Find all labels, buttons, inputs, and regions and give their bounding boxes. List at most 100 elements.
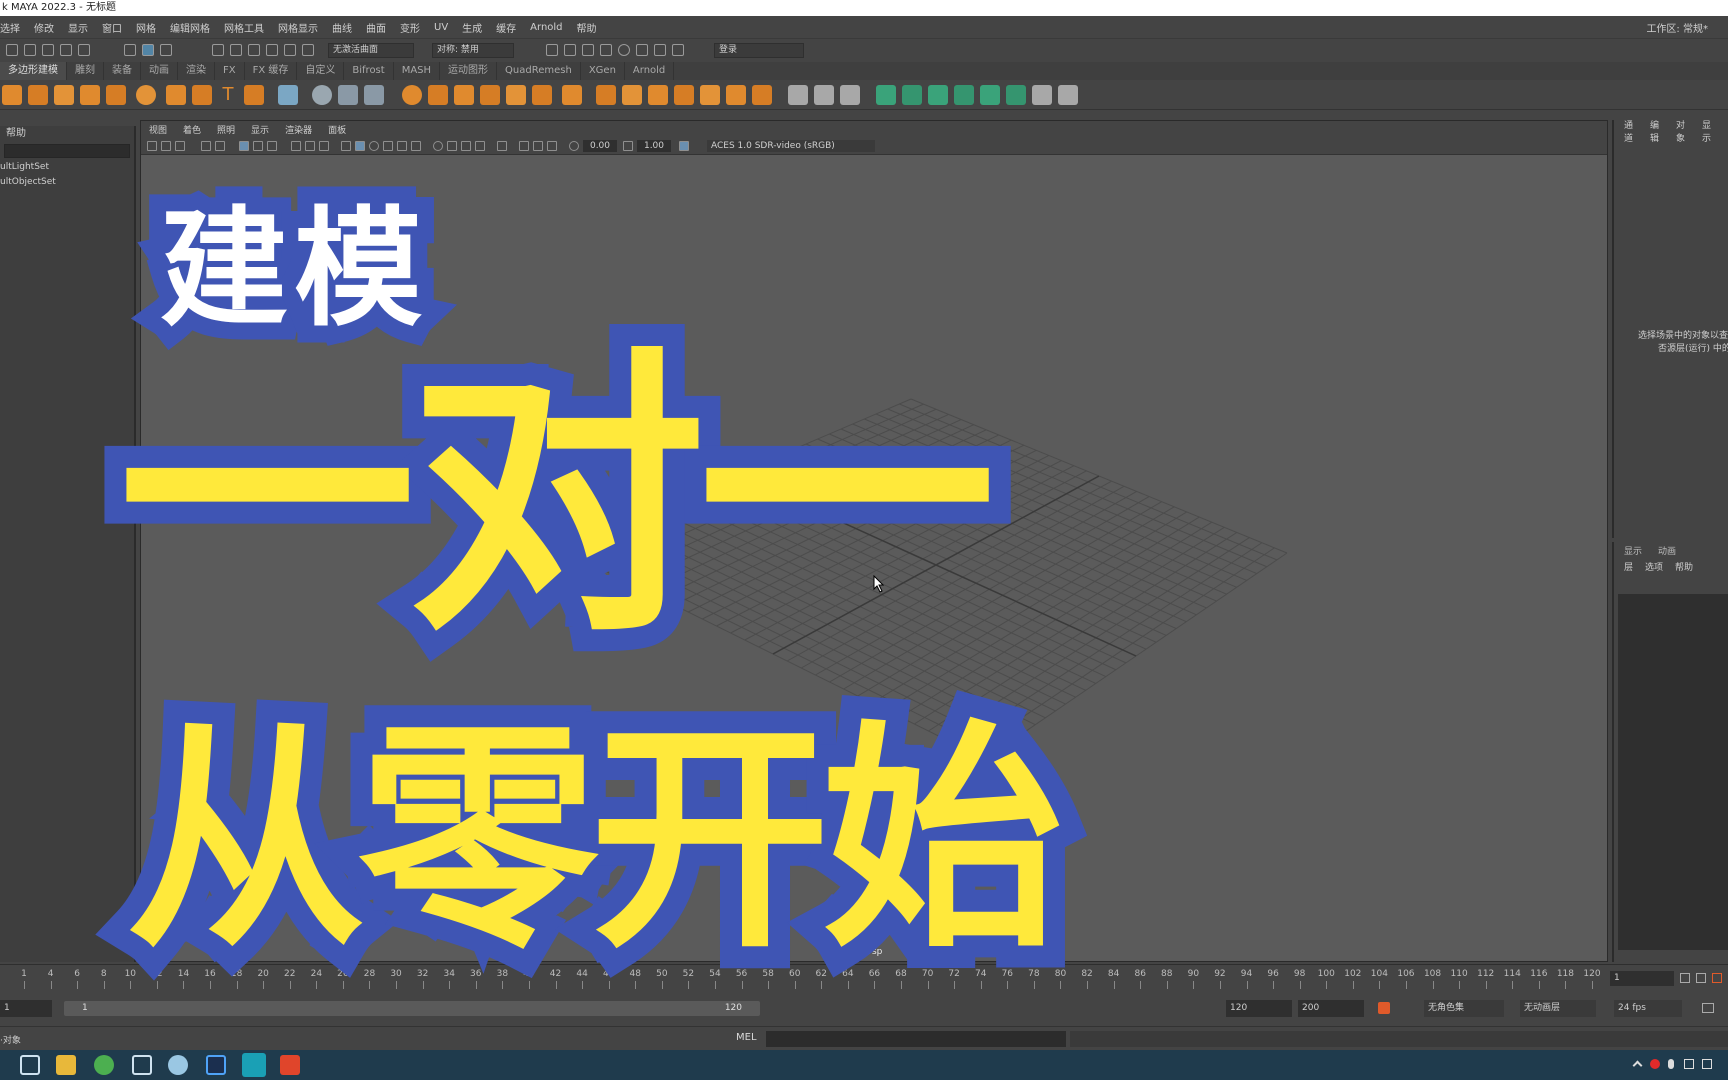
bookmark-icon[interactable] bbox=[175, 141, 185, 151]
auto-map-icon[interactable] bbox=[840, 85, 860, 105]
select-component-icon[interactable] bbox=[160, 44, 172, 56]
xray-components-icon[interactable] bbox=[547, 141, 557, 151]
menu-generate[interactable]: 生成 bbox=[462, 20, 482, 35]
menu-cache[interactable]: 缓存 bbox=[496, 20, 516, 35]
menu-deform[interactable]: 变形 bbox=[400, 20, 420, 35]
menu-mesh-tools[interactable]: 网格工具 bbox=[224, 20, 264, 35]
image-plane-icon[interactable] bbox=[201, 141, 211, 151]
render-view-icon[interactable] bbox=[600, 44, 612, 56]
end-time-field[interactable]: 120 bbox=[1226, 1000, 1292, 1017]
poly-cone-icon[interactable] bbox=[28, 85, 48, 105]
poly-diamond-icon[interactable] bbox=[80, 85, 100, 105]
cut-uv-icon[interactable] bbox=[876, 85, 896, 105]
textured-icon[interactable] bbox=[397, 141, 407, 151]
step-back-key-icon[interactable] bbox=[1712, 973, 1722, 983]
shelf-tab-quadremesh[interactable]: QuadRemesh bbox=[497, 62, 581, 80]
arnold-light-icon[interactable] bbox=[654, 44, 666, 56]
photoshop-icon[interactable] bbox=[206, 1055, 226, 1075]
current-frame-field[interactable]: 1 bbox=[1610, 971, 1674, 986]
shelf-tab-fx-caching[interactable]: FX 缓存 bbox=[245, 62, 298, 80]
checker-icon[interactable] bbox=[1006, 85, 1026, 105]
gamma-icon[interactable] bbox=[623, 141, 633, 151]
smooth-icon[interactable] bbox=[364, 85, 384, 105]
two-d-pan-icon[interactable] bbox=[215, 141, 225, 151]
render-frame-icon[interactable] bbox=[564, 44, 576, 56]
anim-end-field[interactable]: 200 bbox=[1298, 1000, 1364, 1017]
separate-icon[interactable] bbox=[338, 85, 358, 105]
ipr-render-icon[interactable] bbox=[582, 44, 594, 56]
arnold-render-icon[interactable] bbox=[636, 44, 648, 56]
grid-planner-icon[interactable] bbox=[278, 85, 298, 105]
menu-edit-mesh[interactable]: 编辑网格 bbox=[170, 20, 210, 35]
select-hierarchy-icon[interactable] bbox=[124, 44, 136, 56]
vp-menu-renderer[interactable]: 渲染器 bbox=[285, 123, 312, 136]
step-back-icon[interactable] bbox=[1696, 973, 1706, 983]
redo-icon[interactable] bbox=[78, 44, 90, 56]
workspace-selector[interactable]: 工作区: 常规* bbox=[1646, 20, 1708, 35]
close-tool-icon[interactable] bbox=[1058, 85, 1078, 105]
open-scene-icon[interactable] bbox=[24, 44, 36, 56]
task-view-icon[interactable] bbox=[20, 1055, 40, 1075]
combine-icon[interactable] bbox=[312, 85, 332, 105]
shelf-tab-sculpting[interactable]: 雕刻 bbox=[67, 62, 104, 80]
wireframe-on-shaded-icon[interactable] bbox=[383, 141, 393, 151]
menu-modify[interactable]: 修改 bbox=[34, 20, 54, 35]
le-menu-help[interactable]: 帮助 bbox=[1675, 560, 1693, 573]
menu-help[interactable]: 帮助 bbox=[577, 20, 597, 35]
fill-hole-icon[interactable] bbox=[532, 85, 552, 105]
color-management-icon[interactable] bbox=[679, 141, 689, 151]
vp-menu-view[interactable]: 视图 bbox=[149, 123, 167, 136]
cb-menu-channels[interactable]: 通道 bbox=[1624, 118, 1634, 144]
super-shape-icon[interactable] bbox=[192, 85, 212, 105]
resolution-gate-icon[interactable] bbox=[267, 141, 277, 151]
bridge-icon[interactable] bbox=[506, 85, 526, 105]
multi-cut-icon[interactable] bbox=[562, 85, 582, 105]
poly-torus-icon[interactable] bbox=[54, 85, 74, 105]
connect-icon[interactable] bbox=[622, 85, 642, 105]
outliner-item-objectset[interactable]: ultObjectSet bbox=[0, 175, 134, 190]
insert-edge-loop-icon[interactable] bbox=[674, 85, 694, 105]
poly-sphere-icon[interactable] bbox=[2, 85, 22, 105]
straighten-uv-icon[interactable] bbox=[980, 85, 1000, 105]
cb-menu-edit[interactable]: 编辑 bbox=[1650, 118, 1660, 144]
shelf-tab-xgen[interactable]: XGen bbox=[581, 62, 625, 80]
film-gate-icon[interactable] bbox=[253, 141, 263, 151]
bird-app-icon[interactable] bbox=[168, 1055, 188, 1075]
app-icon[interactable] bbox=[132, 1055, 152, 1075]
sew-uv-icon[interactable] bbox=[902, 85, 922, 105]
snap-point-icon[interactable] bbox=[248, 44, 260, 56]
tab-anim-layers[interactable]: 动画 bbox=[1658, 544, 1676, 557]
snap-grid-icon[interactable] bbox=[212, 44, 224, 56]
lights-icon[interactable] bbox=[411, 141, 421, 151]
poly-platonic-icon[interactable] bbox=[106, 85, 126, 105]
unfold-icon[interactable] bbox=[928, 85, 948, 105]
isolate-select-icon[interactable] bbox=[497, 141, 507, 151]
outliner-menu-help[interactable]: 帮助 bbox=[0, 126, 134, 142]
motion-blur-icon[interactable] bbox=[461, 141, 471, 151]
select-object-icon[interactable] bbox=[142, 44, 154, 56]
outliner-item-lightset[interactable]: ultLightSet bbox=[0, 160, 134, 175]
xray-joints-icon[interactable] bbox=[533, 141, 543, 151]
vp-menu-shading[interactable]: 着色 bbox=[183, 123, 201, 136]
field-chart-icon[interactable] bbox=[305, 141, 315, 151]
loop-icon[interactable] bbox=[1702, 1003, 1714, 1013]
select-camera-icon[interactable] bbox=[147, 141, 157, 151]
menu-mesh[interactable]: 网格 bbox=[136, 20, 156, 35]
character-set-dropdown[interactable]: 无角色集 bbox=[1424, 1000, 1504, 1017]
offset-edge-loop-icon[interactable] bbox=[700, 85, 720, 105]
xmind-icon[interactable] bbox=[280, 1055, 300, 1075]
mirror-icon[interactable] bbox=[428, 85, 448, 105]
snap-edge-icon[interactable] bbox=[302, 44, 314, 56]
network-icon[interactable] bbox=[1684, 1059, 1694, 1069]
volume-icon[interactable] bbox=[1702, 1059, 1712, 1069]
maya-icon[interactable] bbox=[242, 1053, 266, 1077]
vp-menu-show[interactable]: 显示 bbox=[251, 123, 269, 136]
symmetry-field[interactable]: 对称: 禁用 bbox=[432, 43, 514, 58]
playback-range-bar[interactable]: 1 120 bbox=[64, 1001, 760, 1016]
poke-icon[interactable] bbox=[726, 85, 746, 105]
vp-menu-panels[interactable]: 面板 bbox=[328, 123, 346, 136]
save-scene-icon[interactable] bbox=[42, 44, 54, 56]
shelf-tab-polygon-modeling[interactable]: 多边形建模 bbox=[0, 62, 67, 80]
menu-arnold[interactable]: Arnold bbox=[530, 22, 562, 33]
gamma-field[interactable]: 1.00 bbox=[637, 140, 671, 152]
